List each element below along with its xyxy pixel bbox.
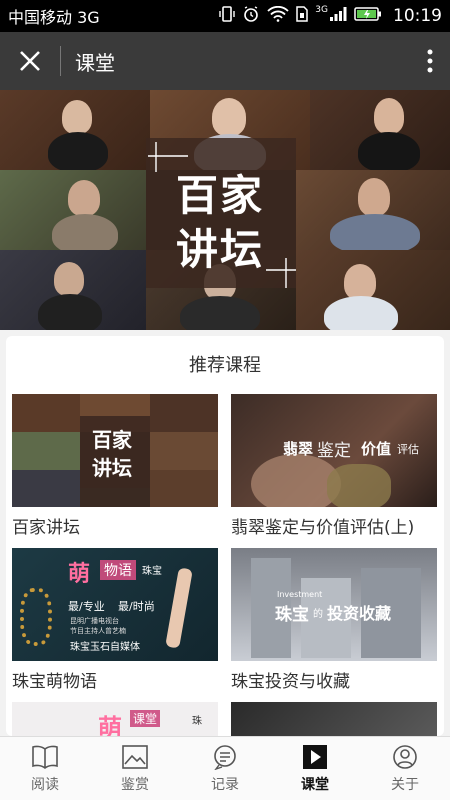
thumb-text: 节目主持人曾艺楠 bbox=[70, 627, 126, 635]
thumb-text: 鉴定 bbox=[317, 441, 351, 461]
vibrate-icon bbox=[219, 5, 235, 27]
course-item-meng[interactable]: 萌 物语 珠宝 最/专业 最/时尚 昆明广播电视台 节目主持人曾艺楠 珠宝玉石自… bbox=[12, 548, 218, 692]
thumb-text: 投资收藏 bbox=[327, 604, 392, 623]
close-icon bbox=[20, 51, 40, 71]
thumb-text: 昆明广播电视台 bbox=[70, 617, 119, 625]
alarm-icon bbox=[242, 5, 260, 27]
tab-label: 课堂 bbox=[301, 777, 329, 793]
tab-classroom[interactable]: 课堂 bbox=[270, 737, 360, 800]
wifi-icon bbox=[267, 5, 289, 26]
nav-divider bbox=[60, 46, 61, 76]
tab-label: 记录 bbox=[211, 777, 239, 793]
recommend-card: 推荐课程 百家 讲坛 百家讲坛 翡翠 鉴定 价值 评估 翡翠鉴定与价值评估(上)… bbox=[6, 336, 444, 736]
user-icon bbox=[391, 743, 419, 771]
close-button[interactable] bbox=[0, 32, 60, 90]
course-item-partial-right[interactable] bbox=[231, 702, 437, 736]
thumb-text: 萌 bbox=[98, 714, 122, 736]
signal-icon bbox=[329, 6, 347, 26]
thumb-text: 评估 bbox=[397, 443, 419, 456]
network-type-label: 3G bbox=[315, 5, 328, 15]
more-button[interactable] bbox=[410, 32, 450, 90]
banner-image[interactable]: 百家 讲坛 bbox=[0, 90, 450, 330]
course-label: 珠宝投资与收藏 bbox=[231, 672, 350, 692]
banner-logo-tile: 百家 讲坛 bbox=[146, 138, 296, 288]
thumb-text: 珠宝 bbox=[275, 605, 309, 625]
clock-label: 10:19 bbox=[393, 6, 442, 26]
more-vertical-icon bbox=[427, 49, 433, 73]
course-thumbnail: Investment 珠宝 的 投资收藏 bbox=[231, 548, 437, 661]
thumb-text: 萌 bbox=[68, 562, 91, 587]
status-bar: 中国移动 3G 3G 10:19 bbox=[0, 0, 450, 32]
banner-tile bbox=[296, 170, 450, 250]
tab-label: 阅读 bbox=[31, 777, 59, 793]
banner-tile bbox=[296, 250, 450, 330]
book-icon bbox=[31, 743, 59, 771]
sim-icon bbox=[296, 6, 309, 26]
course-item-invest[interactable]: Investment 珠宝 的 投资收藏 珠宝投资与收藏 bbox=[231, 548, 437, 692]
course-thumbnail: 萌 物语 珠宝 最/专业 最/时尚 昆明广播电视台 节目主持人曾艺楠 珠宝玉石自… bbox=[12, 548, 218, 661]
thumb-text: 珠宝 bbox=[142, 566, 162, 577]
battery-icon bbox=[354, 6, 382, 26]
course-thumbnail: 百家 讲坛 bbox=[12, 394, 218, 507]
tab-read[interactable]: 阅读 bbox=[0, 737, 90, 800]
course-item-partial-left[interactable]: 萌 课堂 珠 bbox=[12, 702, 218, 736]
course-thumbnail: 翡翠 鉴定 价值 评估 bbox=[231, 394, 437, 507]
course-label: 珠宝萌物语 bbox=[12, 672, 97, 692]
thumb-text: 翡翠 bbox=[283, 440, 314, 458]
tab-about[interactable]: 关于 bbox=[360, 737, 450, 800]
tab-appreciate[interactable]: 鉴赏 bbox=[90, 737, 180, 800]
recommend-title: 推荐课程 bbox=[189, 355, 261, 376]
thumb-text: 最/专业 bbox=[68, 600, 105, 613]
course-thumbnail: 萌 课堂 珠 bbox=[12, 702, 218, 736]
bottom-tab-bar: 阅读 鉴赏 记录 课堂 关于 bbox=[0, 736, 450, 800]
thumb-text: Investment bbox=[277, 590, 323, 599]
banner-logo-line1: 百家 bbox=[176, 171, 265, 220]
tab-label: 关于 bbox=[391, 777, 419, 793]
course-thumbnail bbox=[231, 702, 437, 736]
course-label: 翡翠鉴定与价值评估(上) bbox=[231, 518, 415, 538]
banner-tile bbox=[0, 90, 150, 170]
carrier-label: 中国移动 3G bbox=[8, 8, 100, 27]
nav-bar: 课堂 bbox=[0, 32, 450, 90]
image-icon bbox=[121, 743, 149, 771]
thumb-text: 价值 bbox=[361, 440, 392, 458]
thumb-text: 的 bbox=[313, 609, 323, 620]
banner-tile bbox=[0, 170, 146, 250]
thumb-text: 珠宝玉石自媒体 bbox=[70, 642, 140, 653]
tab-record[interactable]: 记录 bbox=[180, 737, 270, 800]
thumb-text: 最/时尚 bbox=[118, 600, 155, 613]
course-item-baijia[interactable]: 百家 讲坛 百家讲坛 bbox=[12, 394, 218, 538]
chat-list-icon bbox=[211, 743, 239, 771]
thumb-text: 物语 bbox=[100, 560, 136, 580]
play-icon bbox=[302, 743, 328, 771]
page-title: 课堂 bbox=[75, 50, 115, 75]
tab-label: 鉴赏 bbox=[121, 777, 149, 793]
thumb-text: 百家 bbox=[92, 428, 132, 452]
banner-logo-line2: 讲坛 bbox=[176, 225, 265, 274]
banner-tile bbox=[310, 90, 450, 170]
course-label: 百家讲坛 bbox=[12, 518, 80, 538]
thumb-text: 课堂 bbox=[130, 710, 161, 727]
course-item-jade[interactable]: 翡翠 鉴定 价值 评估 翡翠鉴定与价值评估(上) bbox=[231, 394, 437, 538]
thumb-text: 讲坛 bbox=[92, 456, 132, 480]
thumb-text: 珠 bbox=[192, 716, 202, 727]
banner-tile bbox=[0, 250, 146, 330]
